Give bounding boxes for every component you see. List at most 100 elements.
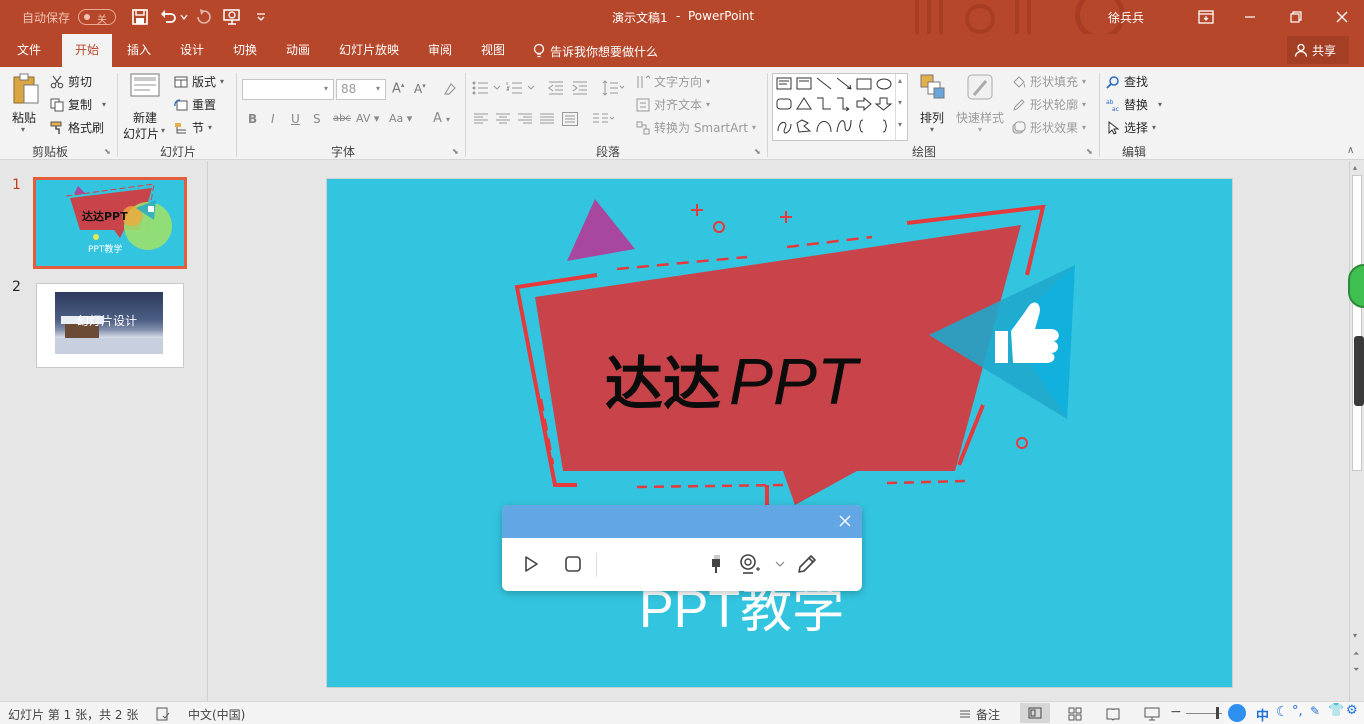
convert-smartart-button[interactable]: 转换为 SmartArt ▾ [636,119,756,136]
ime-language[interactable]: 中 [1256,705,1269,724]
bold-icon[interactable]: B [248,112,257,126]
character-spacing-icon[interactable]: AV ▾ [356,112,379,125]
clipboard-dialog-launcher[interactable]: ⬊ [104,147,111,156]
arrange-button[interactable]: 排列 ▾ [916,73,950,139]
tab-slideshow[interactable]: 幻灯片放映 [330,34,408,67]
font-name-dropdown-icon[interactable]: ▾ [324,84,328,93]
reset-button[interactable]: 重置 [174,96,216,113]
font-dialog-launcher[interactable]: ⬊ [452,147,459,156]
redo-icon[interactable] [194,7,214,27]
paragraph-dialog-launcher[interactable]: ⬊ [754,147,761,156]
decrease-font-icon[interactable]: A▾ [414,82,426,96]
replace-button[interactable]: ab ac 替换 ▾ [1106,96,1162,113]
line-spacing-icon[interactable] [602,80,626,96]
slideshow-icon[interactable] [1144,707,1160,721]
save-icon[interactable] [130,7,150,27]
section-button[interactable]: 节 ▾ [174,119,212,136]
tab-insert[interactable]: 插入 [114,34,164,67]
underline-icon[interactable]: U [291,112,300,126]
align-left-icon[interactable] [474,113,488,125]
align-right-icon[interactable] [518,113,532,125]
layout-button[interactable]: 版式 ▾ [174,73,224,90]
copy-button[interactable]: 复制 ▾ [50,96,106,113]
change-case-icon[interactable]: Aa ▾ [389,112,412,125]
scrollbar-thumb[interactable] [1352,175,1362,471]
close-icon[interactable] [1332,7,1352,27]
reading-view-icon[interactable] [1106,707,1120,721]
notes-button[interactable]: 备注 [976,706,1000,723]
ribbon-display-options-icon[interactable] [1196,7,1216,27]
scroll-down-icon[interactable]: ▾ [1353,631,1357,640]
toolbar-close-icon[interactable] [839,515,851,527]
tab-file[interactable]: 文件 [4,34,54,67]
quick-styles-button[interactable]: 快速样式 ▾ [954,73,1006,139]
shapes-gallery[interactable]: ▴ ▾ ▾ [772,73,908,141]
increase-font-icon[interactable]: A▴ [392,81,404,96]
paste-button[interactable]: 粘贴 ▾ [8,73,44,135]
slide-title[interactable]: 达达 PPT [605,337,857,421]
slide-canvas[interactable]: 达达 PPT PPT教学 [326,178,1233,688]
text-direction-button[interactable]: 文字方向 ▾ [636,73,710,90]
language-indicator[interactable]: 中文(中国) [188,706,245,723]
next-slide-icon[interactable]: ⏷ [1353,665,1359,675]
slide-thumbnail-1[interactable]: 达达PPT PPT教学 [33,177,187,269]
cut-button[interactable]: 剪切 [50,73,92,90]
restore-icon[interactable] [1286,7,1306,27]
shape-effects-button[interactable]: 形状效果 ▾ [1012,119,1086,136]
shadow-icon[interactable]: S [313,112,321,126]
zoom-slider-handle[interactable] [1216,707,1219,719]
new-slide-button[interactable]: 新建 幻灯片 ▾ [122,73,168,141]
normal-view-button[interactable] [1020,703,1050,723]
start-from-beginning-icon[interactable] [222,7,242,27]
clear-formatting-icon[interactable] [442,81,458,97]
scroll-up-icon[interactable]: ▴ [1353,163,1357,172]
webcam-dropdown-icon[interactable] [775,560,785,568]
font-size-dropdown-icon[interactable]: ▾ [376,84,380,93]
tshirt-icon[interactable]: 👕 [1328,703,1344,718]
moon-icon[interactable]: ☾ [1276,704,1289,720]
pen-icon[interactable] [796,553,818,575]
find-button[interactable]: 查找 [1106,73,1148,90]
share-button[interactable]: 共享 [1287,36,1349,64]
tab-animations[interactable]: 动画 [273,34,323,67]
webcam-icon[interactable] [738,553,762,575]
font-color-icon[interactable]: A ▾ [433,111,450,126]
assistant-icon[interactable] [1228,704,1246,722]
increase-indent-icon[interactable] [572,81,588,95]
font-name-combobox[interactable] [242,79,334,100]
stop-icon[interactable] [564,555,582,573]
align-center-icon[interactable] [496,113,510,125]
shape-outline-button[interactable]: 形状轮廓 ▾ [1012,96,1086,113]
distributed-icon[interactable] [562,112,578,126]
user-name[interactable]: 徐兵兵 [1108,9,1144,26]
tab-design[interactable]: 设计 [167,34,217,67]
slide-thumbnail-2[interactable]: 幻灯片设计 [36,283,184,368]
justify-icon[interactable] [540,113,554,125]
drawing-dialog-launcher[interactable]: ⬊ [1086,147,1093,156]
vertical-scrollbar[interactable]: ▴ ▾ ⏶ ⏷ [1349,161,1364,701]
undo-dropdown-icon[interactable] [180,13,188,21]
columns-icon[interactable] [592,112,616,126]
customize-qat-icon[interactable] [256,12,266,22]
settings-gear-icon[interactable]: ⚙ [1346,703,1358,718]
tab-transitions[interactable]: 切换 [220,34,270,67]
tell-me-search[interactable]: 告诉我你想要做什么 [550,43,658,60]
undo-icon[interactable] [158,7,178,27]
zoom-out-icon[interactable]: − [1170,704,1182,720]
tab-home[interactable]: 开始 [62,34,112,67]
shape-fill-button[interactable]: 形状填充 ▾ [1012,73,1086,90]
spellcheck-icon[interactable] [156,707,170,721]
minimize-icon[interactable] [1240,7,1260,27]
autosave-toggle[interactable]: 关 [78,9,116,26]
numbering-icon[interactable] [506,81,536,95]
tab-view[interactable]: 视图 [468,34,518,67]
select-button[interactable]: 选择 ▾ [1106,119,1156,136]
shapes-gallery-scroll[interactable]: ▴ ▾ ▾ [895,74,907,140]
brush-icon[interactable] [706,553,726,575]
strikethrough-icon[interactable]: abc [333,113,351,124]
ime-mode-icon[interactable]: ✎ [1310,704,1320,718]
decrease-indent-icon[interactable] [548,81,564,95]
play-icon[interactable] [522,555,540,573]
collapse-ribbon-icon[interactable]: ∧ [1347,145,1354,156]
side-widget-handle[interactable] [1354,336,1364,406]
